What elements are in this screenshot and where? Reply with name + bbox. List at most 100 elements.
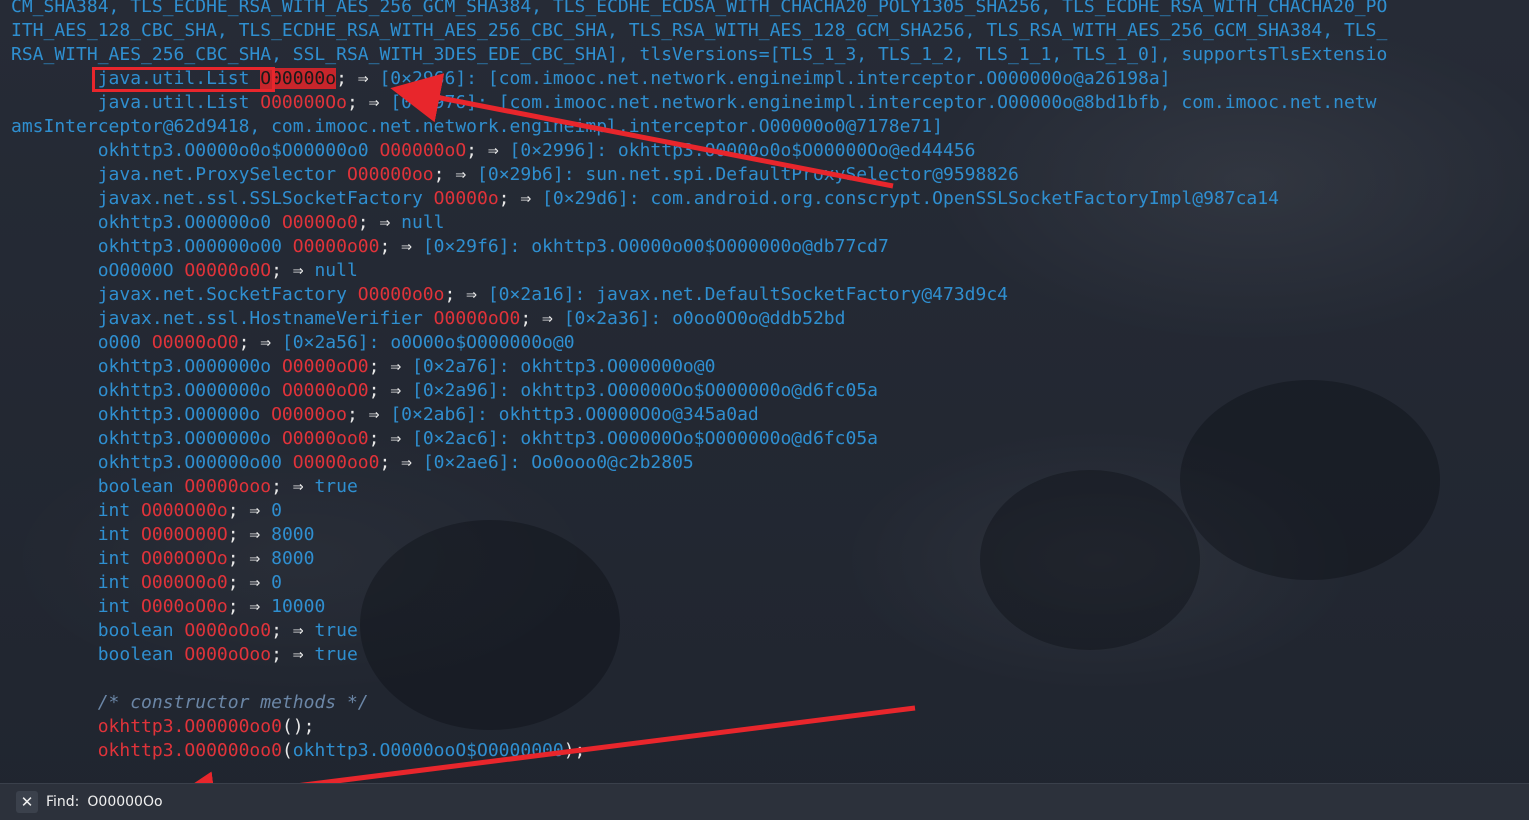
annotation-highlight-box xyxy=(92,67,275,92)
code-token: javax.net.ssl.SSLSocketFactory xyxy=(11,188,434,209)
code-token: ; ⇒ xyxy=(444,284,488,305)
code-token: ; ⇒ xyxy=(346,404,391,425)
code-token: [0×2a76]: okhttp3.O000000o@0 xyxy=(412,356,716,377)
code-token: ; ⇒ xyxy=(379,452,423,473)
code-token: RSA_WITH_AES_256_CBC_SHA, SSL_RSA_WITH_3… xyxy=(11,44,1388,65)
code-token: ITH_AES_128_CBC_SHA, TLS_ECDHE_RSA_WITH_… xyxy=(11,20,1388,41)
code-token: ; ⇒ xyxy=(346,92,391,113)
code-token: ; ⇒ xyxy=(379,236,423,257)
code-token: ; ⇒ xyxy=(271,260,315,281)
code-token: ; ⇒ xyxy=(368,428,412,449)
code-token: ; ⇒ xyxy=(271,476,315,497)
code-token: [0×2ae6]: Oo0ooo0@c2b2805 xyxy=(422,452,694,473)
code-token: int xyxy=(11,524,142,545)
code-token: int xyxy=(11,572,142,593)
code-token: int xyxy=(11,500,142,521)
code-token: okhttp3.O0000ooO$O0000000 xyxy=(292,740,564,761)
code-token: O0000ooo xyxy=(184,476,272,497)
code-token: okhttp3.O00000o00 xyxy=(11,236,293,257)
find-input[interactable]: O00000Oo xyxy=(87,794,162,810)
code-token: okhttp3.O00000o0 xyxy=(11,212,282,233)
code-token: true xyxy=(314,620,358,641)
code-token: O000O0Oo xyxy=(141,548,228,569)
code-token: O0000o xyxy=(433,188,499,209)
code-token: [0×2a16]: javax.net.DefaultSocketFactory… xyxy=(487,284,1009,305)
code-token: O0000oO0 xyxy=(281,380,369,401)
close-icon[interactable]: ✕ xyxy=(16,791,38,813)
code-token: ; ⇒ xyxy=(498,188,543,209)
code-token: okhttp3.O000000o xyxy=(11,356,282,377)
code-token: ; ⇒ xyxy=(433,164,478,185)
find-bar: ✕ Find: O00000Oo xyxy=(0,783,1529,820)
code-line: int O000O00O; ⇒ 8000 xyxy=(11,523,315,547)
code-line: javax.net.SocketFactory O0000o0o; ⇒ [0×2… xyxy=(11,283,1008,307)
code-token: [0×2966]: [com.imooc.net.network.enginei… xyxy=(379,68,1171,89)
code-token: O00000oO xyxy=(379,140,467,161)
code-token: 8000 xyxy=(271,524,315,545)
code-token: true xyxy=(314,476,358,497)
code-token: ; ⇒ xyxy=(227,548,272,569)
code-token: [0×29d6]: com.android.org.conscrypt.Open… xyxy=(542,188,1279,209)
code-token: O0000oO0 xyxy=(281,356,369,377)
code-token: ; ⇒ xyxy=(466,140,510,161)
code-token: O000O00O xyxy=(141,524,228,545)
code-line: okhttp3.O000000o O0000oo0; ⇒ [0×2ac6]: o… xyxy=(11,427,878,451)
code-token: 8000 xyxy=(271,548,315,569)
code-token: CM_SHA384, TLS_ECDHE_RSA_WITH_AES_256_GC… xyxy=(11,0,1388,17)
code-line: okhttp3.O000000o O0000oO0; ⇒ [0×2a96]: o… xyxy=(11,379,878,403)
code-token: /* constructor methods */ xyxy=(11,692,369,713)
code-line: okhttp3.O00000o0 O0000o0; ⇒ null xyxy=(11,211,445,235)
code-token: okhttp3.O0000o0o$O00000o0 xyxy=(11,140,380,161)
code-token: javax.net.SocketFactory xyxy=(11,284,358,305)
code-token: int xyxy=(11,596,142,617)
code-token: 0 xyxy=(271,572,282,593)
code-token: ; ⇒ xyxy=(357,212,402,233)
code-token: ( xyxy=(281,740,293,761)
code-token: O000O00o xyxy=(141,500,228,521)
code-token: O00000Oo xyxy=(260,92,347,113)
code-token: [0×2ac6]: okhttp3.O00000Oo$O000000o@d6fc… xyxy=(412,428,878,449)
code-token: okhttp3.O000000o xyxy=(11,380,282,401)
code-token: O0000o0o xyxy=(357,284,445,305)
code-token: [0×29f6]: okhttp3.O0000o00$O000000o@db77… xyxy=(422,236,889,257)
code-line: boolean O000oOoo; ⇒ true xyxy=(11,643,358,667)
code-token: O0000oO0 xyxy=(151,332,239,353)
code-line: okhttp3.O00000o00 O0000oo0; ⇒ [0×2ae6]: … xyxy=(11,451,694,475)
code-line: java.util.List O00000Oo; ⇒ [0×2976]: [co… xyxy=(11,91,1377,115)
code-token: amsInterceptor@62d9418, com.imooc.net.ne… xyxy=(11,116,943,137)
code-token: ; ⇒ xyxy=(368,380,412,401)
code-token: okhttp3.O00000oo0 xyxy=(11,716,282,737)
code-token: boolean xyxy=(11,476,185,497)
code-token: java.net.ProxySelector xyxy=(11,164,347,185)
code-token: ; ⇒ xyxy=(336,68,380,89)
code-token: o000 xyxy=(11,332,152,353)
code-line: javax.net.ssl.SSLSocketFactory O0000o; ⇒… xyxy=(11,187,1279,211)
code-line: okhttp3.O00000o O0000oo; ⇒ [0×2ab6]: okh… xyxy=(11,403,759,427)
code-token: O000oOo0 xyxy=(184,620,272,641)
code-token: 10000 xyxy=(271,596,326,617)
code-token: ; ⇒ xyxy=(271,644,315,665)
code-token: 0 xyxy=(271,500,282,521)
code-token: okhttp3.O000000o xyxy=(11,428,282,449)
code-line: java.net.ProxySelector O00000oo; ⇒ [0×29… xyxy=(11,163,1019,187)
code-token: null xyxy=(401,212,445,233)
code-token: O0000o0 xyxy=(281,212,358,233)
code-line: amsInterceptor@62d9418, com.imooc.net.ne… xyxy=(11,115,943,139)
code-line: okhttp3.O00000o00 O0000o00; ⇒ [0×29f6]: … xyxy=(11,235,889,259)
code-token: ; ⇒ xyxy=(238,332,282,353)
code-token: [0×29b6]: sun.net.spi.DefaultProxySelect… xyxy=(477,164,1019,185)
code-token: ; ⇒ xyxy=(227,524,272,545)
code-token: null xyxy=(314,260,358,281)
code-line: oO0000O O0000o0O; ⇒ null xyxy=(11,259,358,283)
code-token: ); xyxy=(563,740,586,761)
code-line: okhttp3.O00000oo0(); xyxy=(11,715,315,739)
find-label: Find: xyxy=(46,794,80,810)
code-line: int O000O0o0; ⇒ 0 xyxy=(11,571,282,595)
code-token: O000oO0o xyxy=(141,596,228,617)
code-line: int O000oO0o; ⇒ 10000 xyxy=(11,595,326,619)
code-token: int xyxy=(11,548,142,569)
code-token: ; ⇒ xyxy=(271,620,315,641)
code-line: boolean O0000ooo; ⇒ true xyxy=(11,475,358,499)
code-token: true xyxy=(314,644,358,665)
code-token: (); xyxy=(281,716,315,737)
